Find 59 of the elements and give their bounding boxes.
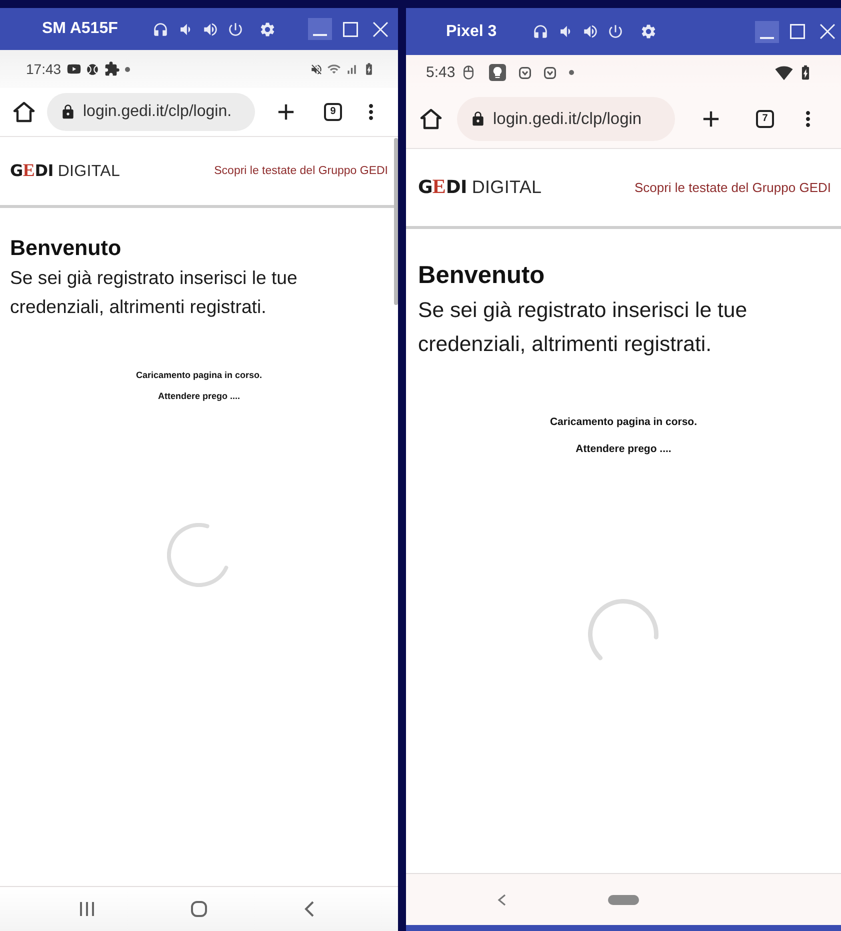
site-logo: GEDI DIGITAL — [10, 160, 120, 182]
page-heading: Benvenuto — [418, 261, 545, 291]
volume-up-icon[interactable] — [582, 23, 599, 40]
home-icon[interactable] — [420, 108, 442, 130]
power-icon[interactable] — [227, 20, 244, 38]
window-title: SM A515F — [42, 20, 119, 38]
power-icon[interactable] — [607, 23, 624, 40]
lightbulb-icon — [489, 64, 506, 81]
back-icon[interactable] — [304, 901, 314, 917]
loading-message: Caricamento pagina in corso. — [550, 415, 698, 429]
dot-icon — [569, 70, 574, 75]
page-heading: Benvenuto — [10, 235, 122, 261]
mute-icon — [310, 62, 323, 76]
ball-icon — [86, 62, 100, 76]
tab-switcher-button[interactable]: 9 — [324, 103, 342, 121]
minimize-button[interactable] — [755, 20, 779, 42]
volume-up-icon[interactable] — [202, 20, 219, 38]
close-icon — [820, 24, 834, 39]
spinner-icon — [167, 523, 231, 587]
minimize-icon — [313, 34, 327, 36]
home-icon[interactable] — [13, 101, 35, 123]
header-link[interactable]: Scopri le testate del Gruppo GEDI — [634, 180, 831, 195]
intro-text: Se sei già registrato inserisci le tue credenziali, altrimenti registrati. — [418, 297, 748, 358]
dot-icon — [125, 66, 130, 72]
recent-apps-icon[interactable] — [80, 902, 94, 916]
puzzle-icon — [104, 61, 120, 77]
home-pill-icon[interactable] — [608, 894, 639, 904]
window-title: Pixel 3 — [446, 22, 498, 40]
status-time: 17:43 — [26, 61, 62, 77]
loading-message: Caricamento pagina in corso. — [136, 369, 262, 381]
mouse-icon — [461, 65, 476, 80]
tab-switcher-button[interactable]: 7 — [756, 110, 774, 128]
signal-icon — [345, 62, 358, 76]
settings-icon[interactable] — [259, 20, 276, 38]
wifi-icon — [775, 64, 793, 82]
status-time: 5:43 — [426, 64, 456, 81]
address-field[interactable]: login.gedi.it/clp/login — [457, 97, 675, 141]
loading-message: Attendere prego .... — [158, 390, 240, 402]
maximize-icon — [342, 22, 358, 36]
v-badge-icon — [544, 66, 556, 78]
scrollbar-thumb[interactable] — [394, 138, 398, 305]
site-logo: GEDI DIGITAL — [418, 175, 542, 200]
minimize-icon — [760, 36, 774, 38]
lock-icon — [60, 104, 76, 120]
settings-icon[interactable] — [640, 23, 657, 40]
intro-text: Se sei già registrato inserisci le tue credenziali, altrimenti registrati. — [10, 266, 298, 319]
header-link[interactable]: Scopri le testate del Gruppo GEDI — [214, 165, 388, 177]
headphones-icon[interactable] — [532, 23, 549, 40]
close-icon — [372, 22, 388, 36]
maximize-icon — [790, 24, 804, 39]
wifi-icon — [327, 62, 341, 76]
lock-icon — [470, 111, 486, 127]
minimize-button[interactable] — [308, 18, 332, 40]
loading-message: Attendere prego .... — [576, 442, 672, 456]
address-field[interactable]: login.gedi.it/clp/login. — [47, 93, 255, 131]
back-icon[interactable] — [497, 894, 506, 906]
headphones-icon[interactable] — [152, 20, 169, 38]
video-icon — [67, 62, 82, 76]
v-badge-icon — [519, 66, 532, 78]
